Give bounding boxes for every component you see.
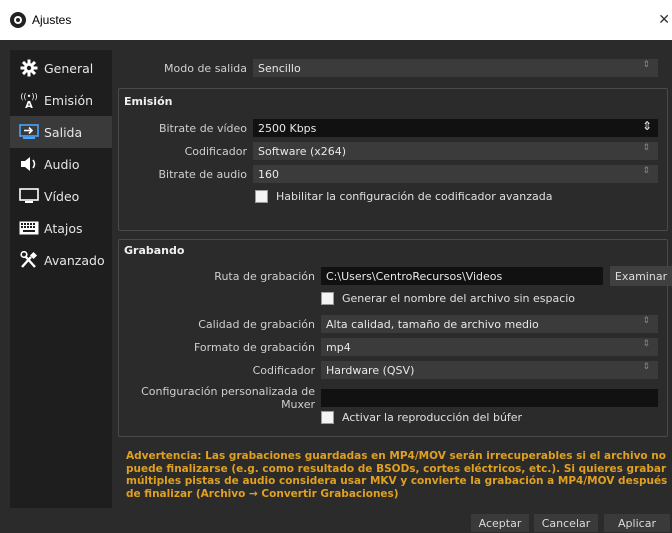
- audio-bitrate-label: Bitrate de audio: [158, 167, 247, 181]
- chevron-updown-icon: ⇕: [642, 166, 650, 176]
- settings-sidebar: General ((•)) A Emisión Salida Audio Víde…: [10, 50, 112, 508]
- gear-icon: [18, 59, 40, 77]
- recording-format-select[interactable]: mp4 ⇕: [321, 338, 658, 356]
- replay-buffer-checkbox[interactable]: Activar la reproducción del búfer: [321, 411, 522, 424]
- audio-bitrate-value: 160: [258, 167, 279, 181]
- streaming-group-title: Emisión: [124, 95, 173, 108]
- stream-encoder-value: Software (x264): [258, 144, 347, 158]
- sidebar-item-label: Vídeo: [44, 188, 80, 204]
- recording-quality-label: Calidad de grabación: [198, 317, 315, 331]
- video-bitrate-input[interactable]: 2500 Kbps ⇕: [253, 119, 658, 137]
- sidebar-item-label: Atajos: [44, 220, 83, 236]
- monitor-icon: [18, 187, 40, 205]
- recording-path-input[interactable]: C:\Users\CentroRecursos\Videos: [321, 267, 603, 285]
- cancel-button[interactable]: Cancelar: [534, 514, 598, 532]
- window-title: Ajustes: [32, 13, 72, 27]
- keyboard-icon: [18, 219, 40, 237]
- sidebar-item-video[interactable]: Vídeo: [10, 180, 112, 212]
- chevron-updown-icon: ⇕: [642, 60, 650, 70]
- broadcast-icon: ((•)) A: [18, 91, 40, 109]
- output-mode-row: Modo de salida Sencillo ⇕: [118, 59, 658, 77]
- speaker-icon: [18, 155, 40, 173]
- chevron-updown-icon: ⇕: [642, 143, 650, 153]
- audio-bitrate-select[interactable]: 160 ⇕: [253, 165, 658, 183]
- recording-quality-value: Alta calidad, tamaño de archivo medio: [326, 317, 539, 331]
- stream-encoder-select[interactable]: Software (x264) ⇕: [253, 142, 658, 160]
- obs-logo-icon: [10, 12, 26, 28]
- accept-button[interactable]: Aceptar: [471, 514, 529, 532]
- output-settings-panel: Modo de salida Sencillo ⇕ Emisión Bitrat…: [118, 50, 672, 508]
- output-mode-select[interactable]: Sencillo ⇕: [253, 59, 658, 77]
- recording-format-value: mp4: [326, 340, 351, 354]
- sidebar-item-audio[interactable]: Audio: [10, 148, 112, 180]
- recording-format-row: Formato de grabación mp4 ⇕: [118, 338, 658, 356]
- chevron-updown-icon: ⇕: [642, 316, 650, 326]
- no-space-filename-label: Generar el nombre del archivo sin espaci…: [342, 292, 576, 305]
- recording-encoder-value: Hardware (QSV): [326, 363, 415, 377]
- checkbox[interactable]: [255, 190, 268, 203]
- sidebar-item-label: Emisión: [44, 92, 94, 108]
- recording-group-title: Grabando: [124, 244, 185, 257]
- sidebar-item-label: General: [44, 60, 94, 76]
- recording-quality-row: Calidad de grabación Alta calidad, tamañ…: [118, 315, 658, 333]
- video-bitrate-label: Bitrate de vídeo: [158, 121, 247, 135]
- recording-format-label: Formato de grabación: [193, 340, 315, 354]
- output-icon: [18, 123, 40, 141]
- close-icon[interactable]: ✕: [658, 12, 670, 28]
- replay-buffer-label: Activar la reproducción del búfer: [342, 411, 523, 424]
- stream-encoder-row: Codificador Software (x264) ⇕: [118, 142, 658, 160]
- audio-bitrate-row: Bitrate de audio 160 ⇕: [118, 165, 658, 183]
- no-space-filename-checkbox[interactable]: Generar el nombre del archivo sin espaci…: [321, 292, 575, 305]
- muxer-row: Configuración personalizada de Muxer: [118, 385, 658, 411]
- recording-encoder-row: Codificador Hardware (QSV) ⇕: [118, 361, 658, 379]
- video-bitrate-value: 2500 Kbps: [258, 121, 317, 135]
- recording-path-label: Ruta de grabación: [214, 269, 315, 283]
- recording-quality-select[interactable]: Alta calidad, tamaño de archivo medio ⇕: [321, 315, 658, 333]
- sidebar-item-label: Audio: [44, 156, 80, 172]
- sidebar-item-salida[interactable]: Salida: [10, 116, 112, 148]
- advanced-encoder-checkbox[interactable]: Habilitar la configuración de codificado…: [255, 190, 552, 203]
- recording-path-value: C:\Users\CentroRecursos\Videos: [326, 269, 503, 283]
- checkbox[interactable]: [321, 411, 334, 424]
- muxer-label: Configuración personalizada de Muxer: [141, 385, 315, 411]
- checkbox[interactable]: [321, 292, 334, 305]
- sidebar-item-general[interactable]: General: [10, 52, 112, 84]
- advanced-encoder-label: Habilitar la configuración de codificado…: [276, 190, 553, 203]
- recording-path-row: Ruta de grabación C:\Users\CentroRecurso…: [118, 266, 672, 286]
- recording-encoder-select[interactable]: Hardware (QSV) ⇕: [321, 361, 658, 379]
- mp4-warning-text: Advertencia: Las grabaciones guardadas e…: [126, 450, 668, 500]
- sidebar-item-atajos[interactable]: Atajos: [10, 212, 112, 244]
- spinner-icon[interactable]: ⇕: [642, 119, 652, 133]
- muxer-input[interactable]: [321, 389, 658, 407]
- sidebar-item-label: Salida: [44, 124, 83, 140]
- svg-text:A: A: [25, 100, 33, 109]
- apply-button[interactable]: Aplicar: [604, 514, 670, 532]
- video-bitrate-row: Bitrate de vídeo 2500 Kbps ⇕: [118, 119, 658, 137]
- stream-encoder-label: Codificador: [184, 144, 247, 158]
- tools-icon: [18, 251, 40, 269]
- recording-encoder-label: Codificador: [252, 363, 315, 377]
- output-mode-label: Modo de salida: [164, 61, 247, 75]
- browse-button[interactable]: Examinar: [610, 266, 672, 286]
- title-bar: Ajustes ✕: [0, 0, 672, 40]
- output-mode-value: Sencillo: [258, 61, 301, 75]
- chevron-updown-icon: ⇕: [642, 362, 650, 372]
- chevron-updown-icon: ⇕: [642, 339, 650, 349]
- sidebar-item-avanzado[interactable]: Avanzado: [10, 244, 112, 276]
- sidebar-item-label: Avanzado: [44, 252, 105, 268]
- sidebar-item-emision[interactable]: ((•)) A Emisión: [10, 84, 112, 116]
